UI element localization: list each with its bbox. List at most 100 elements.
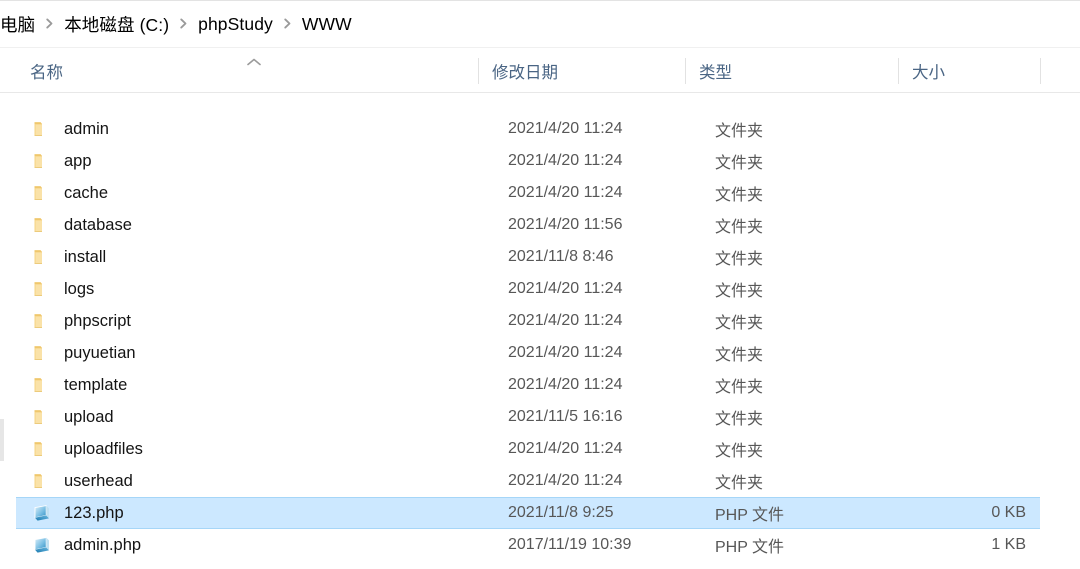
- file-name-label: logs: [64, 279, 95, 298]
- cell-name[interactable]: database: [16, 209, 132, 241]
- file-explorer-window: 电脑 本地磁盘 (C:) phpStudy WWW 名称 修改日期 类型 大小 admin 2…: [0, 0, 1080, 569]
- file-name-label: cache: [64, 183, 109, 202]
- cell-date-modified: 2021/4/20 11:24: [508, 120, 623, 137]
- cell-type: 文件夹: [715, 155, 764, 172]
- cell-type: 文件夹: [715, 283, 764, 300]
- cell-date-modified: 2021/4/20 11:24: [508, 184, 623, 201]
- folder-icon: [32, 151, 54, 171]
- cell-size: 0 KB: [991, 504, 1026, 521]
- cell-name[interactable]: userhead: [16, 465, 133, 497]
- cell-name[interactable]: puyuetian: [16, 337, 136, 369]
- folder-icon: [32, 343, 54, 363]
- file-name-label: admin: [64, 119, 109, 138]
- cell-date-modified: 2021/11/5 16:16: [508, 408, 623, 425]
- folder-icon: [32, 311, 54, 331]
- cell-size: 1 KB: [991, 536, 1026, 553]
- table-row[interactable]: install 2021/11/8 8:46 文件夹: [16, 241, 1040, 273]
- cell-type: 文件夹: [715, 251, 764, 268]
- cell-size: [786, 113, 1040, 145]
- breadcrumb-item-2[interactable]: 本地磁盘 (C:): [64, 12, 169, 37]
- cell-type: 文件夹: [715, 347, 764, 364]
- column-header-date[interactable]: 修改日期: [478, 48, 685, 93]
- file-name-label: install: [64, 247, 107, 266]
- cell-date-modified: 2021/4/20 11:56: [508, 216, 623, 233]
- table-row[interactable]: template 2021/4/20 11:24 文件夹: [16, 369, 1040, 401]
- file-name-label: uploadfiles: [64, 439, 143, 458]
- cell-date-modified: 2021/4/20 11:24: [508, 152, 623, 169]
- cell-size: [786, 145, 1040, 177]
- cell-size: [786, 369, 1040, 401]
- cell-size: [786, 337, 1040, 369]
- table-row[interactable]: admin 2021/4/20 11:24 文件夹: [16, 113, 1040, 145]
- chevron-right-icon[interactable]: [179, 18, 188, 29]
- cell-type: 文件夹: [715, 411, 764, 428]
- cell-name[interactable]: admin.php: [16, 529, 141, 561]
- php-file-icon: [32, 503, 54, 523]
- table-row[interactable]: uploadfiles 2021/4/20 11:24 文件夹: [16, 433, 1040, 465]
- cell-name[interactable]: logs: [16, 273, 94, 305]
- column-header-row: 名称 修改日期 类型 大小: [0, 48, 1080, 93]
- cell-size: [786, 401, 1040, 433]
- cell-name[interactable]: app: [16, 145, 92, 177]
- table-row[interactable]: cache 2021/4/20 11:24 文件夹: [16, 177, 1040, 209]
- cell-size: [786, 433, 1040, 465]
- cell-date-modified: 2017/11/19 10:39: [508, 536, 632, 553]
- breadcrumb-item-3[interactable]: phpStudy: [198, 14, 273, 35]
- cell-size: [786, 273, 1040, 305]
- column-header-type[interactable]: 类型: [685, 48, 898, 93]
- vertical-scrollbar-thumb[interactable]: [0, 419, 4, 461]
- cell-date-modified: 2021/11/8 9:25: [508, 504, 614, 521]
- cell-type: 文件夹: [715, 123, 764, 140]
- column-header-name[interactable]: 名称: [16, 48, 478, 93]
- table-row[interactable]: logs 2021/4/20 11:24 文件夹: [16, 273, 1040, 305]
- file-name-label: 123.php: [64, 503, 124, 522]
- chevron-right-icon[interactable]: [45, 18, 54, 29]
- cell-name[interactable]: 123.php: [16, 498, 124, 528]
- folder-icon: [32, 439, 54, 459]
- cell-date-modified: 2021/4/20 11:24: [508, 344, 623, 361]
- cell-name[interactable]: install: [16, 241, 106, 273]
- table-row[interactable]: upload 2021/11/5 16:16 文件夹: [16, 401, 1040, 433]
- column-divider-4[interactable]: [1040, 58, 1041, 84]
- file-name-label: template: [64, 375, 128, 394]
- folder-icon: [32, 407, 54, 427]
- cell-type: PHP 文件: [715, 539, 785, 556]
- cell-size: [786, 305, 1040, 337]
- chevron-up-icon: [246, 57, 262, 67]
- table-row[interactable]: app 2021/4/20 11:24 文件夹: [16, 145, 1040, 177]
- column-divider-2[interactable]: [685, 58, 686, 84]
- cell-name[interactable]: admin: [16, 113, 109, 145]
- breadcrumb[interactable]: 电脑 本地磁盘 (C:) phpStudy WWW: [0, 2, 1080, 48]
- cell-type: 文件夹: [715, 379, 764, 396]
- file-name-label: upload: [64, 407, 114, 426]
- column-divider-1[interactable]: [478, 58, 479, 84]
- column-header-size[interactable]: 大小: [898, 48, 1040, 93]
- table-row[interactable]: puyuetian 2021/4/20 11:24 文件夹: [16, 337, 1040, 369]
- breadcrumb-item-1[interactable]: 电脑: [0, 12, 35, 37]
- table-row[interactable]: admin.php 2017/11/19 10:39 PHP 文件 1 KB: [16, 529, 1040, 561]
- php-file-icon: [32, 535, 54, 555]
- cell-name[interactable]: phpscript: [16, 305, 131, 337]
- cell-name[interactable]: cache: [16, 177, 108, 209]
- cell-type: 文件夹: [715, 187, 764, 204]
- table-row[interactable]: 123.php 2021/11/8 9:25 PHP 文件 0 KB: [16, 497, 1040, 529]
- table-row[interactable]: phpscript 2021/4/20 11:24 文件夹: [16, 305, 1040, 337]
- breadcrumb-item-4[interactable]: WWW: [302, 14, 352, 35]
- file-name-label: app: [64, 151, 92, 170]
- file-name-label: phpscript: [64, 311, 131, 330]
- folder-icon: [32, 247, 54, 267]
- table-row[interactable]: database 2021/4/20 11:56 文件夹: [16, 209, 1040, 241]
- chevron-right-icon[interactable]: [283, 18, 292, 29]
- cell-type: 文件夹: [715, 219, 764, 236]
- cell-name[interactable]: uploadfiles: [16, 433, 143, 465]
- file-name-label: database: [64, 215, 132, 234]
- file-list[interactable]: admin 2021/4/20 11:24 文件夹 app 2021/4/20 11:2…: [0, 94, 1080, 569]
- column-divider-3[interactable]: [898, 58, 899, 84]
- cell-type: 文件夹: [715, 315, 764, 332]
- cell-name[interactable]: upload: [16, 401, 114, 433]
- file-name-label: userhead: [64, 471, 133, 490]
- cell-type: 文件夹: [715, 443, 764, 460]
- table-row[interactable]: userhead 2021/4/20 11:24 文件夹: [16, 465, 1040, 497]
- vertical-scrollbar-track[interactable]: [0, 94, 4, 569]
- cell-name[interactable]: template: [16, 369, 127, 401]
